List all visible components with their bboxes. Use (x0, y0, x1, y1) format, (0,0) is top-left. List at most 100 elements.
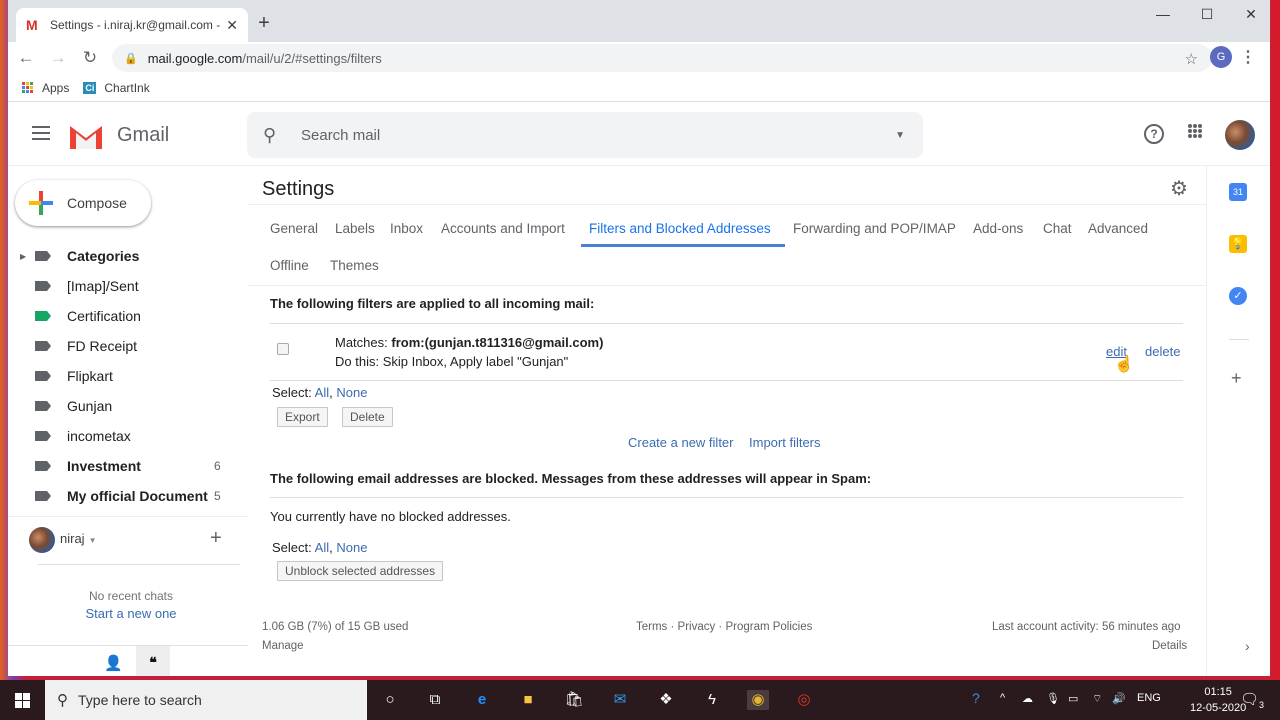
expand-arrow-icon[interactable]: ▶ (20, 252, 26, 261)
back-icon[interactable]: ← (12, 48, 40, 68)
get-addons-plus-icon[interactable]: + (1231, 368, 1242, 389)
keep-icon[interactable]: 💡 (1229, 235, 1247, 253)
select-none-link[interactable]: None (336, 385, 367, 400)
battery-icon[interactable]: ▭ (1068, 692, 1078, 705)
forward-icon[interactable]: → (44, 48, 72, 68)
tab-themes[interactable]: Themes (330, 258, 379, 273)
cortana-icon[interactable]: ○ (379, 690, 401, 710)
close-tab-icon[interactable]: ✕ (226, 17, 238, 34)
delete-button[interactable]: Delete (342, 407, 393, 427)
hangouts-user[interactable]: niraj ▼ (60, 531, 97, 546)
label-icon (35, 461, 51, 471)
expand-panel-chevron-icon[interactable]: › (1245, 638, 1250, 654)
reload-icon[interactable]: ↻ (76, 48, 104, 68)
tab-general[interactable]: General (270, 221, 318, 236)
wifi-icon[interactable]: ⌔ (1092, 692, 1102, 706)
bookmark-star-icon[interactable]: ☆ (1185, 50, 1198, 68)
show-hidden-icons[interactable]: ^ (1000, 692, 1005, 704)
minimize-button[interactable]: — (1148, 6, 1178, 22)
tab-accounts-and-import[interactable]: Accounts and Import (441, 221, 565, 236)
sidebar-item-imap-sent[interactable]: [Imap]/Sent (8, 271, 248, 301)
account-avatar[interactable] (1225, 120, 1255, 150)
screen-recorder-icon[interactable]: ◎ (793, 690, 815, 710)
browser-menu-icon[interactable]: ⋮ (1240, 47, 1256, 67)
help-icon[interactable]: ? (1144, 124, 1164, 144)
unblock-selected-button[interactable]: Unblock selected addresses (277, 561, 444, 581)
tab-chat[interactable]: Chat (1043, 221, 1072, 236)
close-window-button[interactable]: ✕ (1236, 6, 1266, 23)
hangouts-avatar[interactable] (29, 527, 55, 553)
tab-inbox[interactable]: Inbox (390, 221, 423, 236)
edge-icon[interactable]: e (471, 690, 493, 710)
microphone-icon[interactable]: 🎙 (1046, 692, 1060, 705)
tab-labels[interactable]: Labels (335, 221, 375, 236)
profile-avatar[interactable]: G (1210, 46, 1232, 68)
tab-add-ons[interactable]: Add-ons (973, 221, 1023, 236)
browser-tab-settings[interactable]: M Settings - i.niraj.kr@gmail.com - ✕ (16, 8, 248, 42)
tab-forwarding-pop-imap[interactable]: Forwarding and POP/IMAP (793, 221, 956, 236)
create-new-filter-link[interactable]: Create a new filter (628, 435, 734, 450)
sidebar-item-fd-receipt[interactable]: FD Receipt (8, 331, 248, 361)
bookmark-apps[interactable]: Apps (22, 81, 69, 95)
filter-matches: Matches: from:(gunjan.t811316@gmail.com) (335, 335, 603, 350)
manage-storage-link[interactable]: Manage (262, 640, 304, 652)
new-chat-plus-icon[interactable]: + (210, 527, 222, 550)
new-tab-button[interactable]: + (252, 12, 276, 35)
select-all-link[interactable]: All (315, 540, 329, 555)
contacts-person-icon[interactable]: 👤 (104, 654, 123, 672)
sidebar-item-flipkart[interactable]: Flipkart (8, 361, 248, 391)
bookmark-chartink[interactable]: Ci ChartInk (83, 81, 150, 95)
tab-offline[interactable]: Offline (270, 258, 309, 273)
hand-cursor-icon: ☝ (1114, 356, 1134, 373)
address-bar[interactable]: 🔒 mail.google.com/mail/u/2/#settings/fil… (112, 44, 1212, 72)
export-button[interactable]: Export (277, 407, 328, 427)
select-all-link[interactable]: All (315, 385, 329, 400)
tab-filters-and-blocked-addresses[interactable]: Filters and Blocked Addresses (589, 221, 771, 236)
label-name: [Imap]/Sent (67, 278, 139, 294)
settings-gear-icon[interactable]: ⚙ (1170, 176, 1188, 201)
taskbar-clock[interactable]: 01:15 12-05-2020 (1190, 684, 1246, 716)
filter-checkbox[interactable] (277, 343, 289, 355)
last-account-activity: Last account activity: 56 minutes ago (992, 621, 1181, 633)
import-filters-link[interactable]: Import filters (749, 435, 821, 450)
start-new-chat-link[interactable]: Start a new one (8, 606, 254, 621)
sidebar-item-investment[interactable]: Investment 6 (8, 451, 248, 481)
search-icon[interactable]: ⚲ (263, 125, 283, 146)
tab-advanced[interactable]: Advanced (1088, 221, 1148, 236)
tasks-icon[interactable]: ✓ (1229, 287, 1247, 305)
sidebar-item-my-official-document[interactable]: My official Document 5 (8, 481, 248, 511)
search-mail-input[interactable]: ⚲ Search mail ▼ (247, 112, 923, 158)
maximize-button[interactable]: ☐ (1192, 6, 1222, 23)
file-explorer-icon[interactable]: ■ (517, 690, 539, 710)
select-none-link[interactable]: None (336, 540, 367, 555)
language-indicator[interactable]: ENG (1137, 692, 1161, 704)
volume-icon[interactable]: 🔊 (1112, 692, 1126, 705)
main-menu-icon[interactable] (32, 126, 50, 144)
start-button[interactable] (0, 680, 44, 720)
google-apps-icon[interactable] (1188, 124, 1202, 138)
dropbox-icon[interactable]: ❖ (655, 690, 677, 710)
hangouts-chat-icon[interactable]: ❝ (136, 646, 170, 676)
activity-details-link[interactable]: Details (1152, 640, 1187, 652)
onedrive-icon[interactable]: ☁ (1022, 692, 1033, 705)
delete-filter-link[interactable]: delete (1145, 344, 1180, 359)
task-view-icon[interactable]: ⧉ (424, 690, 446, 710)
sidebar-item-gunjan[interactable]: Gunjan (8, 391, 248, 421)
footer-policy-links[interactable]: Terms · Privacy · Program Policies (636, 621, 812, 633)
compose-button[interactable]: Compose (15, 180, 151, 226)
hangouts-username: niraj (60, 531, 85, 546)
sidebar-item-incometax[interactable]: incometax (8, 421, 248, 451)
calendar-icon[interactable]: 31 (1229, 183, 1247, 201)
sidebar-item-categories[interactable]: ▶ Categories (8, 241, 248, 271)
label-icon (35, 251, 51, 261)
action-center-icon[interactable]: 🗨3 (1240, 690, 1264, 710)
sidebar-item-certification[interactable]: Certification (8, 301, 248, 331)
taskbar-search-input[interactable]: ⚲ Type here to search (45, 680, 367, 720)
store-icon[interactable]: 🛍 (563, 690, 585, 710)
search-options-icon[interactable]: ▼ (895, 130, 905, 141)
chrome-icon[interactable]: ◉ (747, 690, 769, 710)
help-tray-icon[interactable]: ? (972, 690, 980, 706)
app-icon[interactable]: ϟ (701, 690, 723, 710)
gmail-header: Gmail ⚲ Search mail ▼ ? (8, 104, 1270, 166)
mail-icon[interactable]: ✉ (609, 690, 631, 710)
